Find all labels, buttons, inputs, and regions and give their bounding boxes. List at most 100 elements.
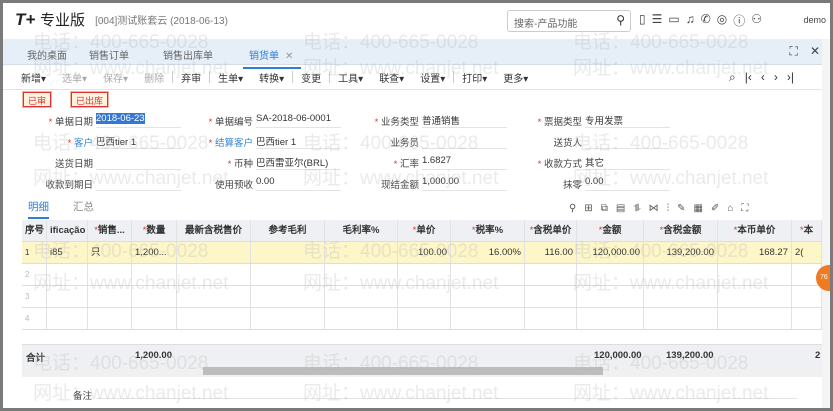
- scrollbar-thumb[interactable]: [203, 367, 603, 375]
- table-cell[interactable]: [525, 286, 577, 307]
- column-header[interactable]: *数量: [132, 220, 177, 241]
- column-header[interactable]: 毛利率%: [325, 220, 398, 241]
- table-cell[interactable]: [525, 264, 577, 285]
- table-cell[interactable]: 1,200...: [132, 242, 177, 263]
- new-button[interactable]: 新增▾: [13, 70, 54, 85]
- table-cell[interactable]: [251, 286, 325, 307]
- column-header[interactable]: *金额: [577, 220, 644, 241]
- grid-icon[interactable]: ▦: [693, 203, 702, 214]
- table-cell[interactable]: 只: [88, 242, 132, 263]
- message-icon[interactable]: ▭: [668, 12, 679, 29]
- first-record-icon[interactable]: |‹: [745, 70, 752, 85]
- table-cell[interactable]: [577, 286, 644, 307]
- table-cell[interactable]: 100.00: [398, 242, 451, 263]
- table-cell[interactable]: 2(: [792, 242, 822, 263]
- pay-method-field[interactable]: 其它: [585, 155, 670, 170]
- tab-sales-order[interactable]: 销售订单: [89, 47, 129, 62]
- table-cell[interactable]: [325, 308, 398, 329]
- table-cell[interactable]: [577, 264, 644, 285]
- table-cell[interactable]: [47, 264, 88, 285]
- mobile-icon[interactable]: ▯: [639, 12, 646, 29]
- user-icon[interactable]: ⚇: [751, 12, 762, 29]
- prev-record-icon[interactable]: ‹: [761, 70, 765, 85]
- locate-icon[interactable]: ⚲: [569, 203, 576, 214]
- phone-icon[interactable]: ✆: [701, 12, 711, 29]
- table-cell[interactable]: [88, 264, 132, 285]
- copy-row-icon[interactable]: ⧉: [601, 203, 608, 214]
- table-row[interactable]: 1 i85 只 1,200... 100.00 16.00% 116.00 120,000.0…: [22, 242, 822, 264]
- table-cell[interactable]: [47, 286, 88, 307]
- table-cell[interactable]: [132, 308, 177, 329]
- change-button[interactable]: 变更: [293, 70, 329, 85]
- chart-icon[interactable]: ⫶: [667, 203, 670, 214]
- table-cell[interactable]: [177, 264, 251, 285]
- column-header[interactable]: 序号: [22, 220, 47, 241]
- tab-detail[interactable]: 明细: [28, 199, 49, 219]
- column-header[interactable]: *单价: [398, 220, 451, 241]
- fullscreen-icon[interactable]: ⛶: [741, 203, 748, 214]
- table-cell[interactable]: [577, 308, 644, 329]
- table-cell[interactable]: [325, 286, 398, 307]
- table-cell[interactable]: [325, 264, 398, 285]
- table-cell[interactable]: [251, 242, 325, 263]
- table-cell[interactable]: [718, 264, 792, 285]
- table-cell[interactable]: 139,200.00: [644, 242, 718, 263]
- table-cell[interactable]: [398, 264, 451, 285]
- table-cell[interactable]: 116.00: [525, 242, 577, 263]
- tab-sales-outbound[interactable]: 销售出库单: [163, 47, 213, 62]
- table-cell[interactable]: [177, 286, 251, 307]
- settings-button[interactable]: 设置▾: [412, 70, 453, 85]
- help-icon[interactable]: ⓘ: [733, 12, 745, 29]
- column-header[interactable]: *销售...: [88, 220, 132, 241]
- select-button[interactable]: 选单▾: [54, 70, 95, 85]
- table-cell[interactable]: 120,000.00: [577, 242, 644, 263]
- vertical-scrollbar[interactable]: [822, 39, 830, 408]
- table-cell[interactable]: [451, 308, 525, 329]
- table-cell[interactable]: [251, 264, 325, 285]
- table-cell[interactable]: 3: [22, 286, 47, 307]
- linked-query-button[interactable]: 联查▾: [371, 70, 412, 85]
- close-icon[interactable]: ✕: [810, 44, 820, 59]
- pen-icon[interactable]: ✐: [711, 203, 719, 214]
- location-icon[interactable]: ◎: [717, 12, 727, 29]
- search-input[interactable]: 搜索-产品功能 ⚲: [507, 10, 631, 32]
- table-cell[interactable]: [177, 242, 251, 263]
- filter-icon[interactable]: ⥮: [633, 203, 640, 214]
- table-row[interactable]: 3: [22, 286, 822, 308]
- generate-button[interactable]: 生单▾: [210, 70, 251, 85]
- table-cell[interactable]: [88, 308, 132, 329]
- tab-summary[interactable]: 汇总: [73, 199, 94, 214]
- table-cell[interactable]: [398, 286, 451, 307]
- table-cell[interactable]: [47, 308, 88, 329]
- column-header[interactable]: *本: [792, 220, 822, 241]
- search-icon[interactable]: ⚲: [616, 13, 625, 27]
- table-cell[interactable]: [132, 264, 177, 285]
- column-header[interactable]: *税率%: [451, 220, 525, 241]
- horizontal-scrollbar[interactable]: [22, 365, 822, 377]
- table-cell[interactable]: [644, 264, 718, 285]
- table-cell[interactable]: [132, 286, 177, 307]
- table-cell[interactable]: [718, 286, 792, 307]
- convert-button[interactable]: 转换▾: [251, 70, 292, 85]
- table-cell[interactable]: [792, 286, 822, 307]
- table-cell[interactable]: [251, 308, 325, 329]
- table-row[interactable]: 2: [22, 264, 822, 286]
- split-icon[interactable]: ⋈: [649, 203, 659, 214]
- more-button[interactable]: 更多▾: [495, 70, 536, 85]
- table-cell[interactable]: [451, 264, 525, 285]
- delete-button[interactable]: 删除: [136, 70, 172, 85]
- column-header[interactable]: *含税单价: [525, 220, 577, 241]
- table-cell[interactable]: 4: [22, 308, 47, 329]
- maximize-icon[interactable]: ⛶: [790, 44, 798, 59]
- table-cell[interactable]: [451, 286, 525, 307]
- invoice-type-field[interactable]: 专用发票: [585, 113, 670, 128]
- table-cell[interactable]: [88, 286, 132, 307]
- table-row[interactable]: 4: [22, 308, 822, 330]
- tools-button[interactable]: 工具▾: [330, 70, 371, 85]
- table-cell[interactable]: 2: [22, 264, 47, 285]
- unapprove-button[interactable]: 弃审: [173, 70, 209, 85]
- column-header[interactable]: 最新含税售价: [177, 220, 251, 241]
- table-cell[interactable]: [644, 308, 718, 329]
- tab-desktop[interactable]: 我的桌面: [27, 47, 67, 62]
- last-record-icon[interactable]: ›|: [787, 70, 794, 85]
